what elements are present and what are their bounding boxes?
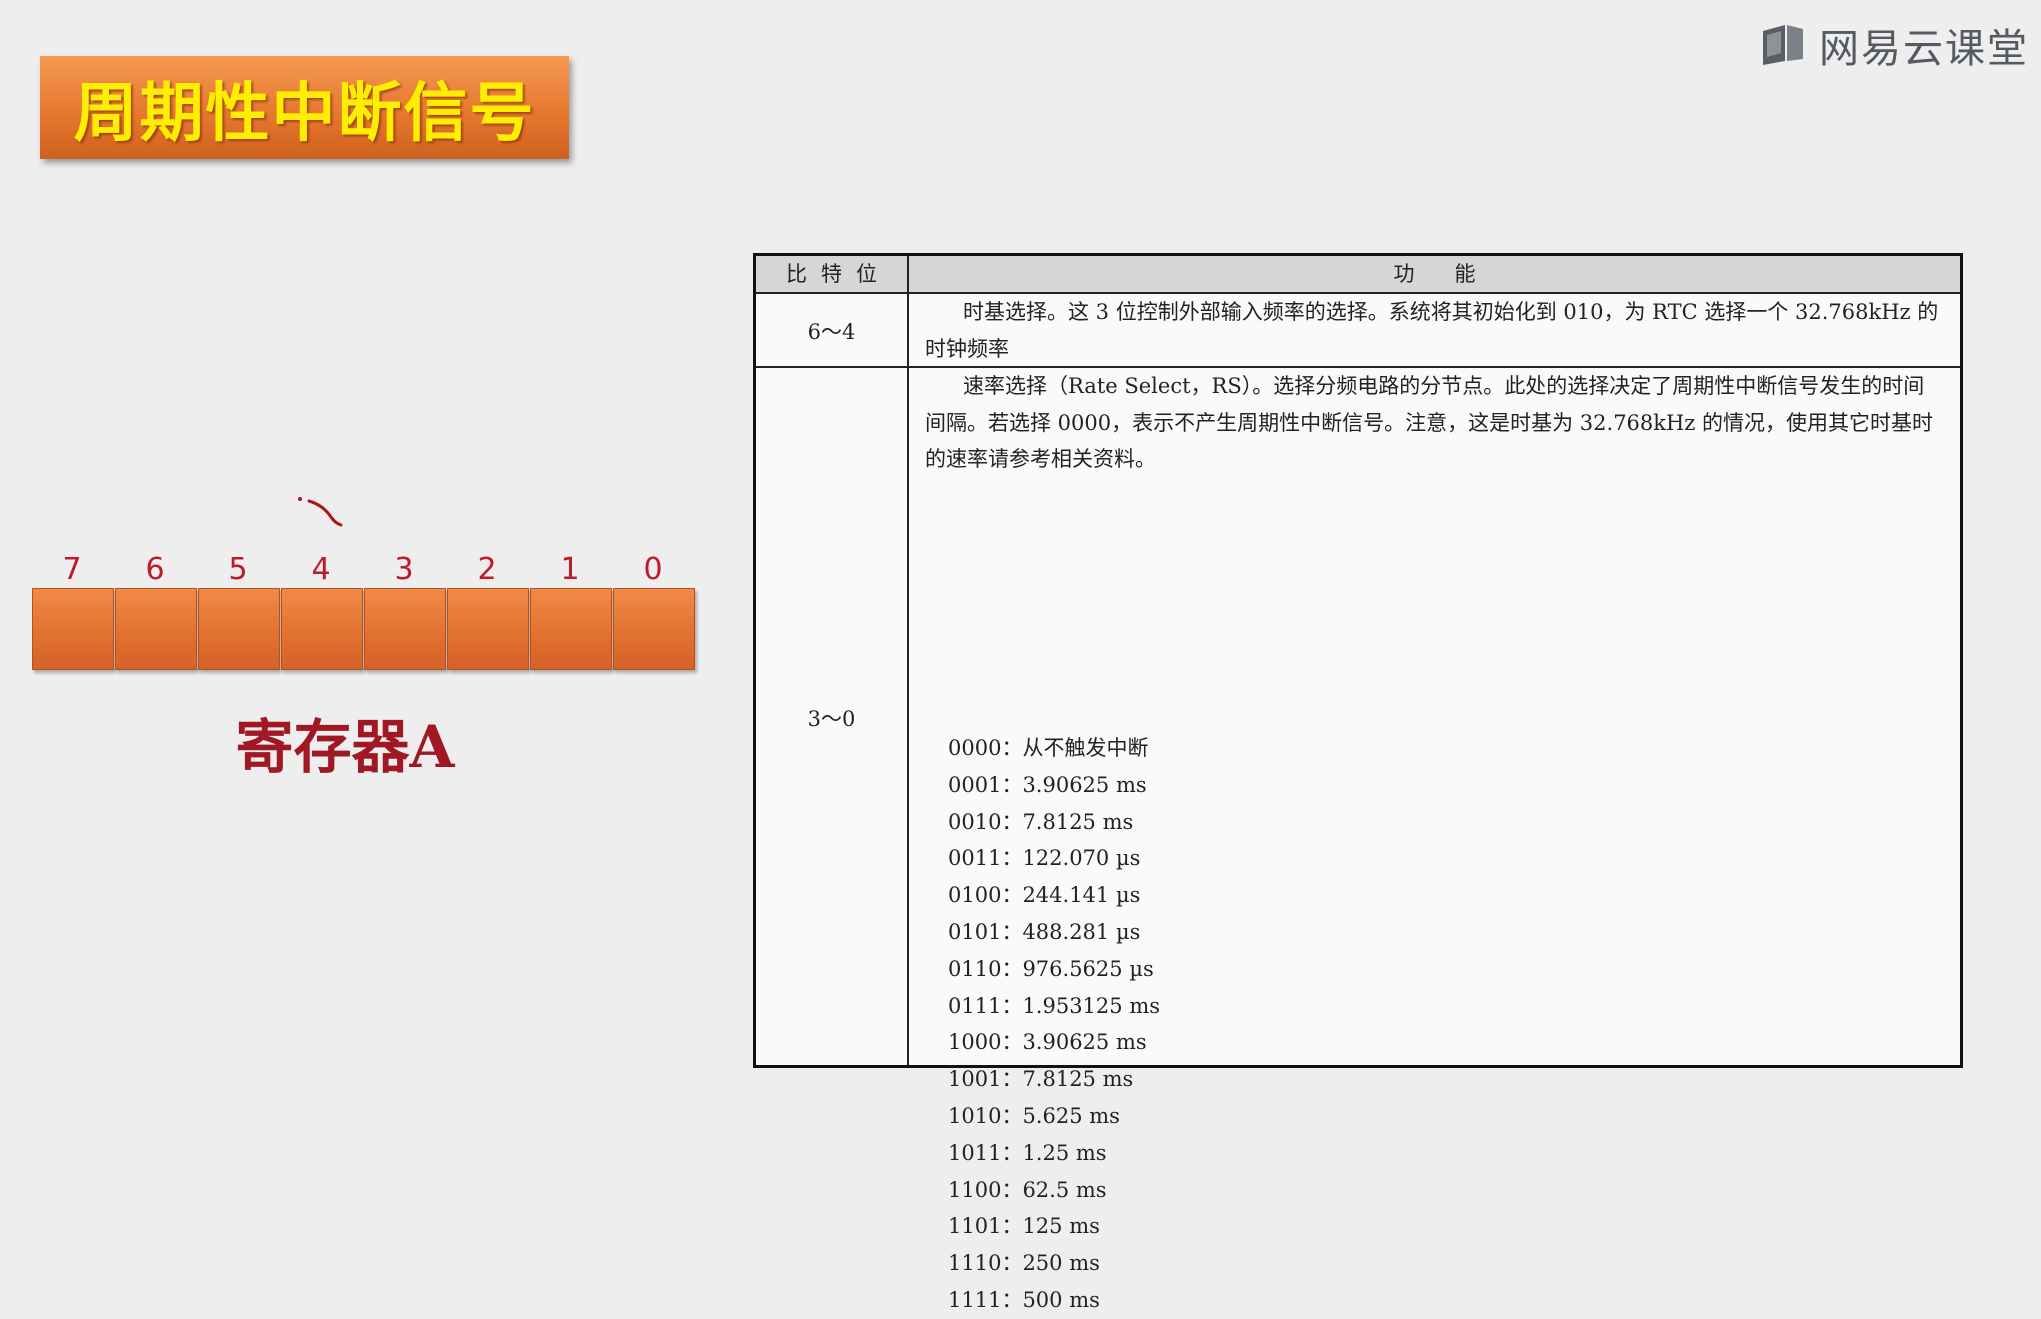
bit-number: 5 [228,552,248,587]
bit-number: 7 [62,552,82,587]
register-bit-cell [281,588,363,670]
list-item: 1110：250 ms [948,1251,1100,1276]
register-bit-cell [530,588,612,670]
list-item: 1010：5.625 ms [948,1103,1120,1128]
register-bit-cell [198,588,280,670]
list-item: 1111：500 ms [948,1287,1100,1312]
list-item: 0101：488.281 µs [948,919,1141,944]
register-bit-cell [32,588,114,670]
register-label: 寄存器A [235,713,455,781]
register-function-table: 比特位 功能 6～4 时基选择。这 3 位控制外部输入频率的选择。系统将其初始化… [753,253,1963,1312]
list-item: 1001：7.8125 ms [948,1067,1134,1092]
list-item: 1011：1.25 ms [948,1140,1107,1165]
register-bit-cell [447,588,529,670]
row-function-text: 速率选择（Rate Select，RS）。选择分频电路的分节点。此处的选择决定了… [925,374,1934,471]
register-bit-cell [364,588,446,670]
slide-title: 周期性中断信号 [73,76,536,151]
list-item: 0000：从不触发中断 [948,736,1149,760]
table-header: 比特位 功能 [756,256,1960,294]
bit-number: 2 [477,552,497,587]
logo: 网易云课堂 [1759,20,2029,72]
register-bit-cell [613,588,695,670]
bit-number: 6 [145,552,165,587]
header-function: 功能 [1393,262,1516,286]
list-item: 1100：62.5 ms [948,1177,1107,1202]
list-item: 0111：1.953125 ms [948,993,1161,1018]
list-item: 1000：3.90625 ms [948,1030,1147,1055]
title-banner: 周期性中断信号 [40,56,569,159]
rate-options-list: 0000：从不触发中断 0001：3.90625 ms 0010：7.8125 … [948,730,1160,1319]
list-item: 0001：3.90625 ms [948,772,1147,797]
row-bits: 6～4 [807,320,856,344]
register-bit-cell [115,588,197,670]
row-bits: 3～0 [807,707,856,731]
bit-number: 0 [643,552,663,587]
logo-text: 网易云课堂 [1819,26,2029,72]
row-function-text: 时基选择。这 3 位控制外部输入频率的选择。系统将其初始化到 010，为 RTC… [925,300,1939,361]
pen-annotation [298,497,343,527]
bit-number: 4 [311,552,331,587]
list-item: 0011：122.070 µs [948,846,1141,871]
bit-number: 3 [394,552,414,587]
list-item: 0100：244.141 µs [948,883,1141,908]
header-bits: 比特位 [786,262,891,286]
table-row: 6～4 时基选择。这 3 位控制外部输入频率的选择。系统将其初始化到 010，为… [756,294,1960,368]
book-icon [1763,25,1803,65]
list-item: 0110：976.5625 µs [948,956,1154,981]
list-item: 1101：125 ms [948,1214,1100,1239]
list-item: 0010：7.8125 ms [948,809,1134,834]
bit-numbers: 7 6 5 4 3 2 1 0 [32,552,700,592]
bit-number: 1 [560,552,580,587]
